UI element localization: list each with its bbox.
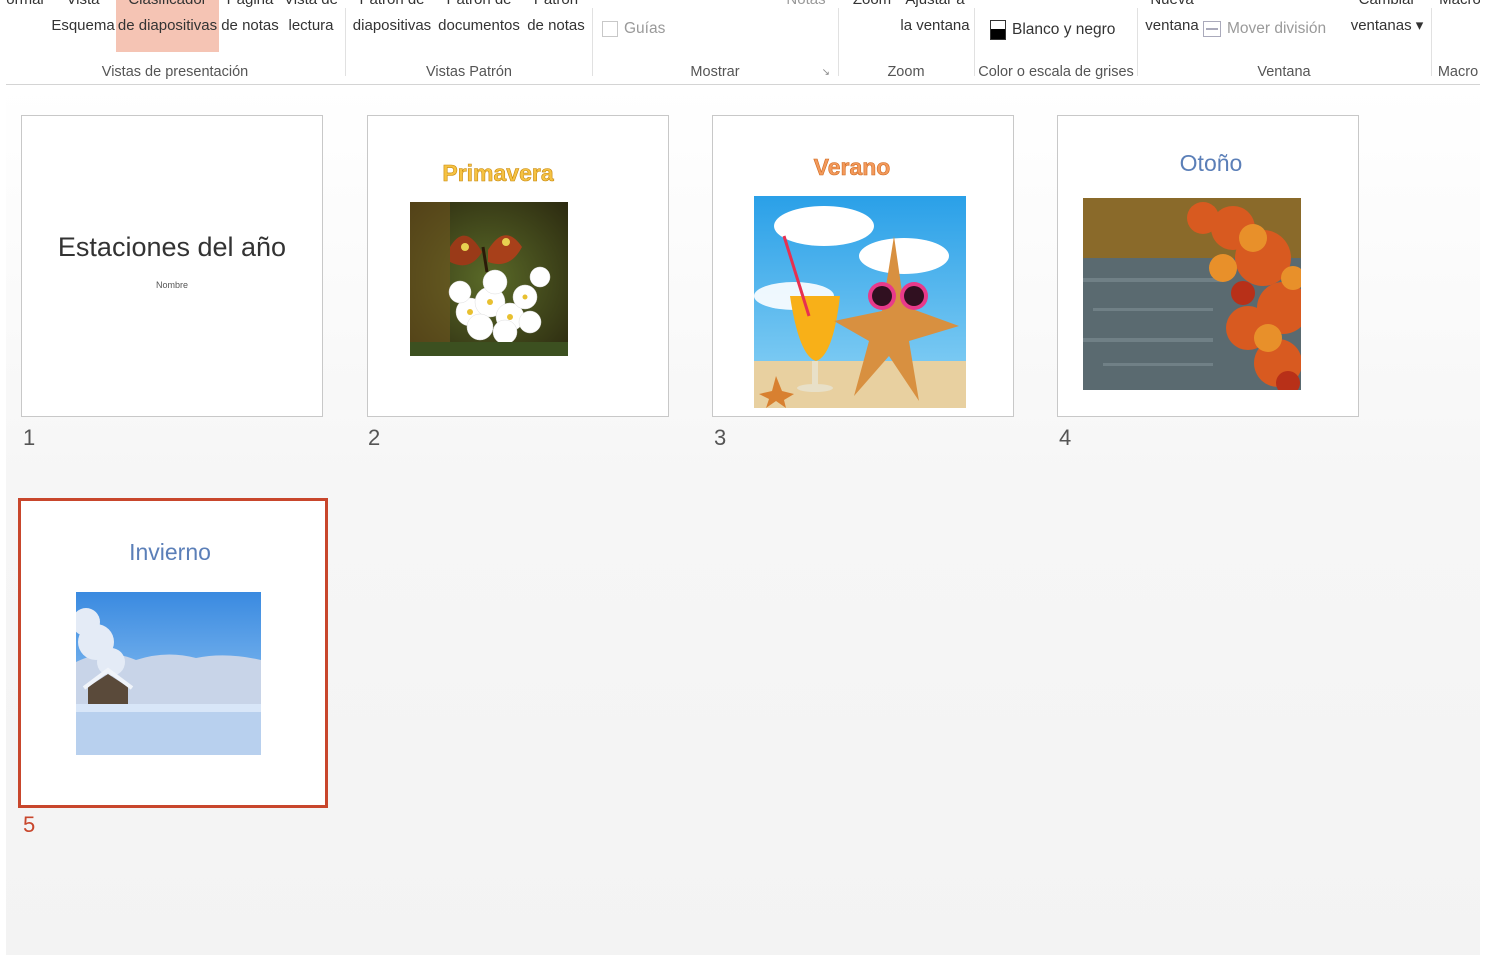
notes-page-view-button[interactable]: Páginade notas	[220, 0, 280, 52]
beach-starfish-photo	[754, 196, 966, 408]
switch-windows-button[interactable]: Cambiarventanas ▾	[1349, 0, 1425, 52]
group-color-grayscale: Blanco y negro Color o escala de grises	[976, 0, 1136, 84]
fit-to-window-button[interactable]: Ajustar ala ventana	[900, 0, 970, 52]
new-window-button[interactable]: Nuevaventana	[1141, 0, 1203, 52]
slide-master-button[interactable]: Patrón dediapositivas	[352, 0, 432, 52]
group-label-macros: Macro	[1437, 64, 1479, 80]
group-label-window: Ventana	[1257, 64, 1311, 80]
handout-master-button[interactable]: Patrón dedocumentos	[436, 0, 522, 52]
outline-view-button[interactable]: VistaEsquema	[50, 0, 116, 52]
slide-title: Verano	[813, 154, 891, 181]
ribbon-separator	[592, 8, 593, 76]
ribbon-separator	[1137, 8, 1138, 76]
group-presentation-views: ormal VistaEsquema Clasificadorde diapos…	[6, 0, 344, 84]
ribbon-view-tab: ormal VistaEsquema Clasificadorde diapos…	[6, 0, 1480, 85]
butterfly-blossom-photo	[410, 202, 568, 356]
winter-forest-photo	[76, 592, 261, 755]
move-split-icon	[1203, 21, 1221, 37]
group-window: Nuevaventana Mover división Cambiarventa…	[1139, 0, 1429, 84]
slide-number: 1	[23, 425, 36, 450]
group-label-color-grayscale: Color o escala de grises	[978, 64, 1134, 80]
macros-button[interactable]: Macro	[1437, 0, 1480, 52]
slide-subtitle: Nombre	[155, 280, 188, 290]
group-master-views: Patrón dediapositivas Patrón dedocumento…	[348, 0, 590, 84]
autumn-lake-image	[1083, 198, 1301, 390]
group-label-show: Mostrar	[690, 64, 740, 80]
black-and-white-button[interactable]: Blanco y negro	[990, 20, 1115, 40]
slide-title: Otoño	[1179, 150, 1243, 176]
normal-view-button[interactable]: ormal	[6, 0, 48, 52]
reading-view-button[interactable]: Vista delectura	[284, 0, 338, 52]
group-label-master-views: Vistas Patrón	[426, 64, 512, 80]
slide-thumbnail-2[interactable]: Primavera	[367, 115, 669, 417]
autumn-lake-photo	[1083, 198, 1301, 390]
checkbox-icon	[602, 21, 618, 37]
group-show: Guías Notas Mostrar ↘	[594, 0, 836, 84]
ribbon-separator	[1431, 8, 1432, 76]
ribbon-separator	[974, 8, 975, 76]
ribbon-separator	[838, 8, 839, 76]
slide-number: 2	[368, 425, 381, 450]
slide-number: 5	[23, 812, 36, 837]
slide-number: 3	[714, 425, 727, 450]
dialog-launcher-icon[interactable]: ↘	[822, 67, 830, 78]
butterfly-blossom-image	[410, 202, 568, 356]
group-label-presentation-views: Vistas de presentación	[101, 64, 249, 80]
guides-checkbox[interactable]: Guías	[602, 20, 665, 38]
notes-button[interactable]: Notas	[784, 0, 828, 52]
slide-title: Estaciones del año	[57, 232, 287, 262]
slide-title: Invierno	[129, 539, 211, 565]
slide-thumbnail-5[interactable]: Invierno	[18, 498, 328, 808]
slide-thumbnail-3[interactable]: Verano	[712, 115, 1014, 417]
group-macros: Macro Macro	[1433, 0, 1480, 84]
black-white-icon	[990, 20, 1006, 40]
group-zoom: Zoom Ajustar ala ventana Zoom	[840, 0, 972, 84]
zoom-button[interactable]: Zoom	[846, 0, 898, 52]
winter-forest-image	[76, 592, 261, 755]
slide-number: 4	[1059, 425, 1072, 450]
slide-title: Primavera	[442, 160, 554, 187]
group-label-zoom: Zoom	[887, 64, 925, 80]
slide-thumbnail-4[interactable]: Otoño	[1057, 115, 1359, 417]
move-split-button[interactable]: Mover división	[1203, 20, 1326, 38]
slide-thumbnail-1[interactable]: Estaciones del año Nombre	[21, 115, 323, 417]
slide-sorter-view-button[interactable]: Clasificadorde diapositivas	[116, 0, 219, 52]
guides-label: Guías	[624, 20, 666, 37]
black-and-white-label: Blanco y negro	[1012, 21, 1116, 38]
slide-sorter-area[interactable]: Estaciones del año Nombre 1 Primavera 2 …	[6, 85, 1480, 955]
notes-master-button[interactable]: Patrónde notas	[526, 0, 586, 52]
move-split-label: Mover división	[1227, 20, 1327, 37]
ribbon-separator	[345, 8, 346, 76]
beach-starfish-image	[754, 196, 966, 408]
